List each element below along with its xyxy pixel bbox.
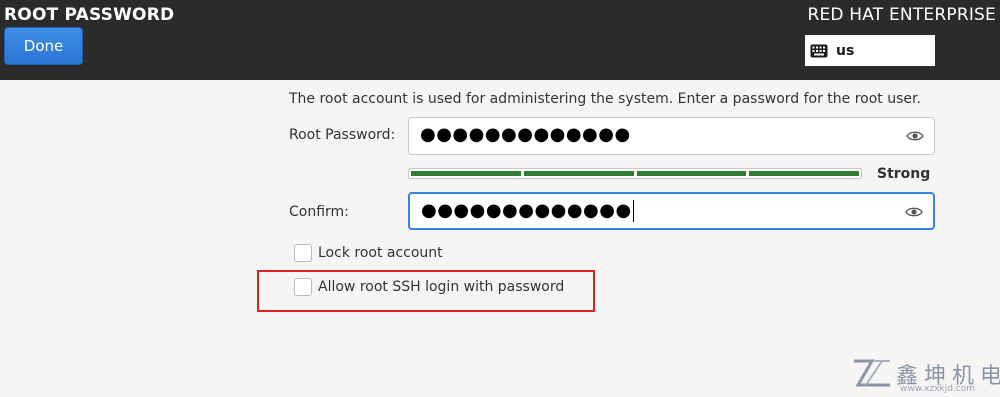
strength-segment bbox=[749, 171, 859, 176]
eye-icon[interactable] bbox=[905, 205, 923, 219]
lock-root-account-option[interactable]: Lock root account bbox=[294, 244, 443, 262]
keyboard-icon bbox=[810, 44, 828, 57]
strength-segment bbox=[523, 171, 634, 176]
strength-segment bbox=[411, 171, 521, 176]
text-caret bbox=[632, 200, 634, 222]
done-button[interactable]: Done bbox=[4, 27, 83, 65]
strength-segment bbox=[636, 171, 747, 176]
description-text: The root account is used for administeri… bbox=[289, 91, 921, 107]
watermark-url: www.xzxkjd.com bbox=[900, 384, 976, 394]
strength-label: Strong bbox=[877, 166, 931, 182]
root-password-value: ●●●●●●●●●●●●● bbox=[420, 124, 631, 145]
confirm-label: Confirm: bbox=[289, 204, 349, 220]
watermark: 鑫坤机电 www.xzxkjd.com bbox=[852, 356, 1000, 397]
keyboard-layout-label: us bbox=[836, 42, 855, 59]
root-password-label: Root Password: bbox=[289, 127, 396, 143]
lock-root-label: Lock root account bbox=[318, 245, 443, 261]
confirm-password-input[interactable]: ●●●●●●●●●●●●● bbox=[408, 192, 935, 230]
page-title: ROOT PASSWORD bbox=[4, 5, 175, 25]
keyboard-layout-indicator[interactable]: us bbox=[805, 35, 935, 66]
highlight-annotation bbox=[257, 270, 595, 312]
password-strength-bar bbox=[408, 168, 862, 179]
root-password-input[interactable]: ●●●●●●●●●●●●● bbox=[408, 117, 935, 155]
product-name: RED HAT ENTERPRISE bbox=[807, 5, 996, 25]
header-bar: ROOT PASSWORD Done RED HAT ENTERPRISE us bbox=[0, 0, 1000, 80]
confirm-password-value: ●●●●●●●●●●●●● bbox=[421, 200, 634, 222]
eye-icon[interactable] bbox=[906, 129, 924, 143]
lock-root-checkbox[interactable] bbox=[294, 244, 312, 262]
watermark-logo-icon bbox=[854, 359, 890, 387]
